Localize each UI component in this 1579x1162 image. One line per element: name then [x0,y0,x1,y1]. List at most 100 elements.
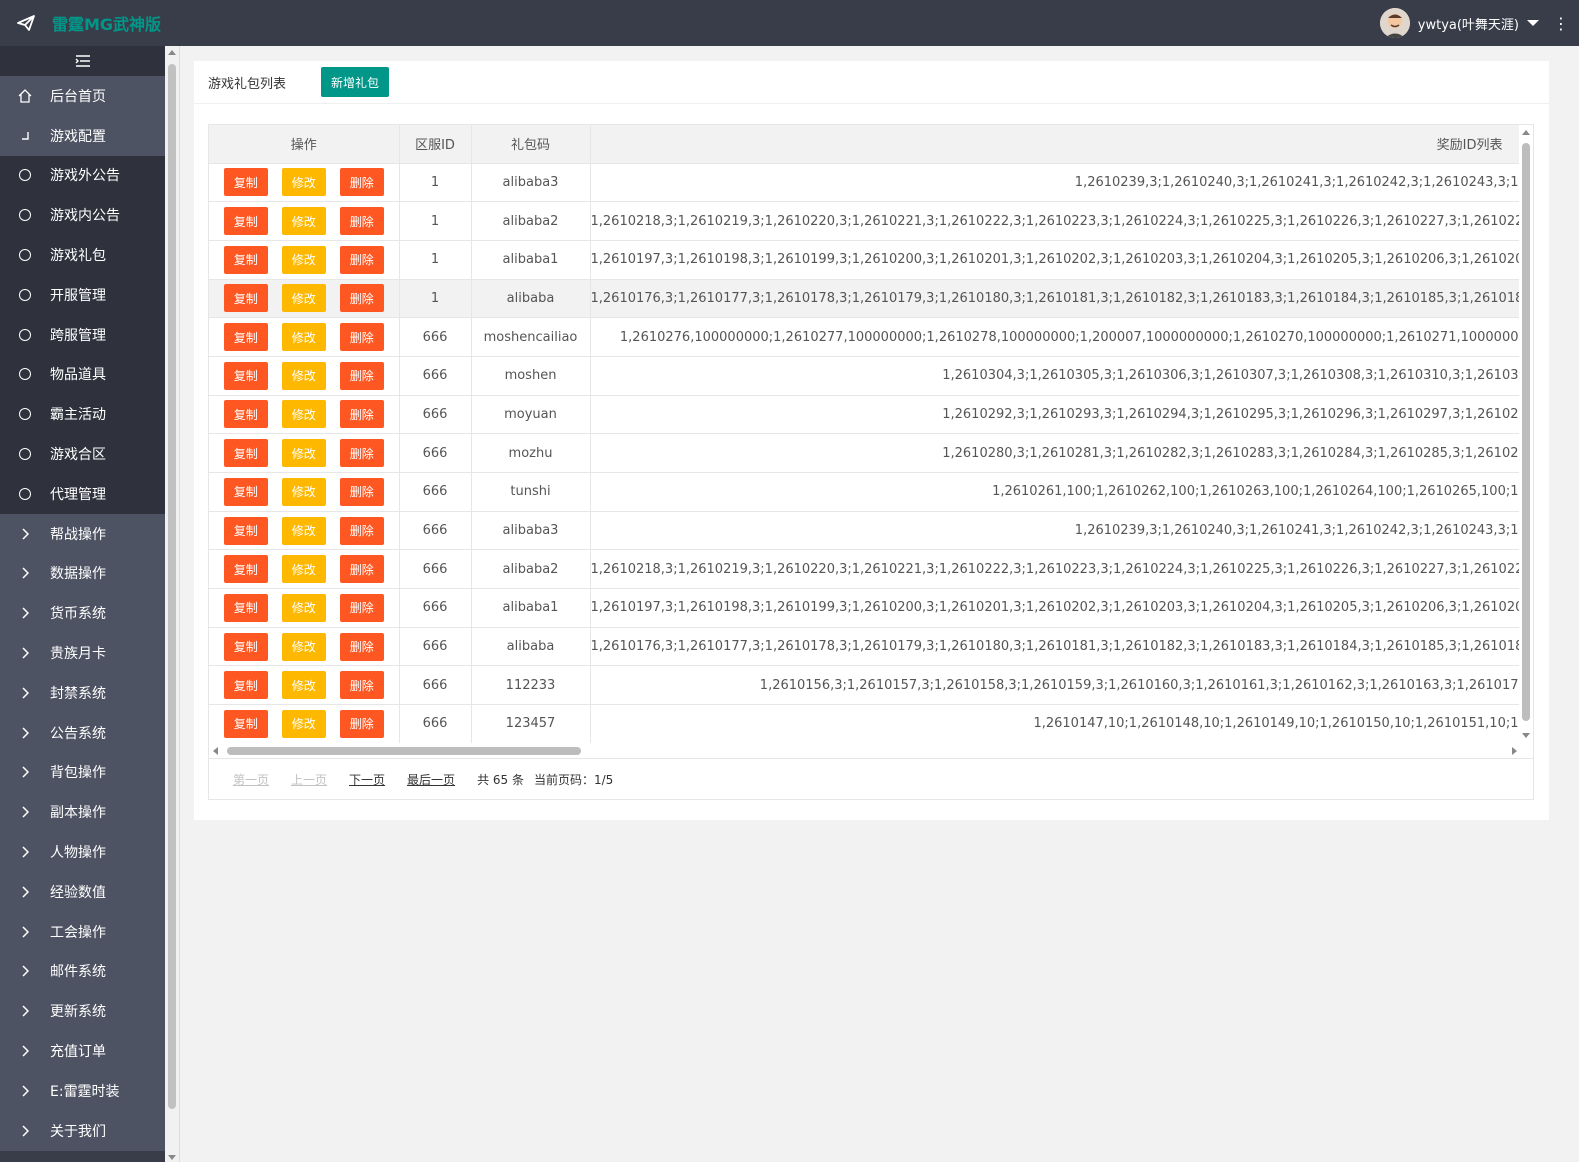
sidebar-item[interactable]: 帮战操作 [0,513,165,554]
edit-button[interactable]: 修改 [281,516,326,545]
sidebar-item[interactable]: 背包操作 [0,752,165,793]
edit-button[interactable]: 修改 [281,555,326,584]
sidebar-item-label: 开服管理 [50,287,106,304]
copy-button[interactable]: 复制 [223,709,268,738]
next-page-link[interactable]: 下一页 [349,771,385,788]
first-page-link[interactable]: 第一页 [233,771,269,788]
delete-button[interactable]: 删除 [339,400,384,429]
edit-button[interactable]: 修改 [281,671,326,700]
sidebar-item-label: 工会操作 [50,924,106,941]
copy-button[interactable]: 复制 [223,439,268,468]
app-title[interactable]: 雷霆MG武神版 [52,11,161,35]
delete-button[interactable]: 删除 [339,555,384,584]
delete-button[interactable]: 删除 [339,632,384,661]
user-menu[interactable]: ywtya(叶舞天涯) [1379,0,1539,46]
menu-toggle-icon[interactable] [0,46,165,76]
sidebar-item[interactable]: 货币系统 [0,593,165,634]
edit-button[interactable]: 修改 [281,709,326,738]
copy-button[interactable]: 复制 [223,361,268,390]
edit-button[interactable]: 修改 [281,207,326,236]
sidebar-item[interactable]: 跨服管理 [0,314,165,355]
table-hscroll-thumb[interactable] [227,747,581,755]
chevron-right-icon [0,846,50,858]
sidebar-item[interactable]: 后台首页 [0,76,165,116]
more-vertical-icon[interactable]: ⋮ [1553,0,1569,46]
sidebar-item[interactable]: 邮件系统 [0,951,165,992]
sidebar-item[interactable]: 贵族月卡 [0,633,165,673]
sidebar-item[interactable]: 充值订单 [0,1031,165,1071]
copy-button[interactable]: 复制 [223,400,268,429]
copy-button[interactable]: 复制 [223,593,268,622]
delete-button[interactable]: 删除 [339,361,384,390]
sidebar-scroll-thumb[interactable] [168,64,176,1109]
sidebar-item[interactable]: 经验数值 [0,871,165,912]
edit-button[interactable]: 修改 [281,400,326,429]
edit-button[interactable]: 修改 [281,632,326,661]
delete-button[interactable]: 删除 [339,207,384,236]
delete-button[interactable]: 删除 [339,671,384,700]
copy-button[interactable]: 复制 [223,207,268,236]
scroll-left-arrow-icon[interactable] [213,747,218,755]
sidebar-item[interactable]: 工会操作 [0,911,165,952]
sidebar-item[interactable]: 游戏外公告 [0,155,165,196]
table-vertical-scrollbar[interactable] [1519,125,1533,743]
prev-page-link[interactable]: 上一页 [291,771,327,788]
table-horizontal-scrollbar[interactable] [209,743,1533,759]
sidebar-item[interactable]: 更新系统 [0,991,165,1032]
sidebar-item[interactable]: 游戏内公告 [0,195,165,236]
edit-button[interactable]: 修改 [281,284,326,313]
edit-button[interactable]: 修改 [281,245,326,274]
last-page-link[interactable]: 最后一页 [407,771,455,788]
copy-button[interactable]: 复制 [223,284,268,313]
sidebar-item[interactable]: 霸主活动 [0,394,165,435]
delete-button[interactable]: 删除 [339,593,384,622]
copy-button[interactable]: 复制 [223,632,268,661]
copy-button[interactable]: 复制 [223,477,268,506]
edit-button[interactable]: 修改 [281,361,326,390]
edit-button[interactable]: 修改 [281,439,326,468]
delete-button[interactable]: 删除 [339,439,384,468]
sidebar-item[interactable]: E:雷霆时装 [0,1070,165,1111]
sidebar-item[interactable]: 关于我们 [0,1110,165,1151]
copy-button[interactable]: 复制 [223,555,268,584]
table-vscroll-thumb[interactable] [1522,143,1530,721]
scroll-right-arrow-icon[interactable] [1512,747,1517,755]
server-id-cell: 1 [399,163,472,203]
edit-button[interactable]: 修改 [281,593,326,622]
sidebar-item[interactable]: 封禁系统 [0,672,165,713]
copy-button[interactable]: 复制 [223,323,268,352]
copy-button[interactable]: 复制 [223,245,268,274]
scroll-up-arrow-icon[interactable] [1522,130,1530,135]
caret-down-icon[interactable] [1527,20,1539,26]
copy-button[interactable]: 复制 [223,516,268,545]
scroll-down-arrow-icon[interactable] [168,1155,176,1160]
sidebar-item[interactable]: 公告系统 [0,712,165,753]
edit-button[interactable]: 修改 [281,168,326,197]
delete-button[interactable]: 删除 [339,168,384,197]
delete-button[interactable]: 删除 [339,477,384,506]
sidebar-scrollbar[interactable] [165,46,180,1162]
sidebar-item[interactable]: 代理管理 [0,473,165,514]
delete-button[interactable]: 删除 [339,709,384,738]
sidebar-item[interactable]: 人物操作 [0,832,165,872]
sidebar-item[interactable]: 数据操作 [0,553,165,594]
edit-button[interactable]: 修改 [281,477,326,506]
scroll-up-arrow-icon[interactable] [168,50,176,55]
sidebar-item[interactable]: 游戏合区 [0,434,165,474]
user-name[interactable]: ywtya(叶舞天涯) [1418,14,1519,33]
delete-button[interactable]: 删除 [339,323,384,352]
sidebar-item[interactable]: 副本操作 [0,792,165,833]
add-gift-button[interactable]: 新增礼包 [321,67,390,97]
delete-button[interactable]: 删除 [339,284,384,313]
edit-button[interactable]: 修改 [281,323,326,352]
sidebar-item[interactable]: 物品道具 [0,354,165,395]
copy-button[interactable]: 复制 [223,168,268,197]
delete-button[interactable]: 删除 [339,516,384,545]
scroll-down-arrow-icon[interactable] [1522,733,1530,738]
delete-button[interactable]: 删除 [339,245,384,274]
sidebar-item[interactable]: 开服管理 [0,274,165,315]
sidebar-item[interactable]: 游戏礼包 [0,235,165,275]
copy-button[interactable]: 复制 [223,671,268,700]
paper-plane-icon[interactable] [0,0,52,46]
sidebar-item[interactable]: 游戏配置 [0,115,165,156]
